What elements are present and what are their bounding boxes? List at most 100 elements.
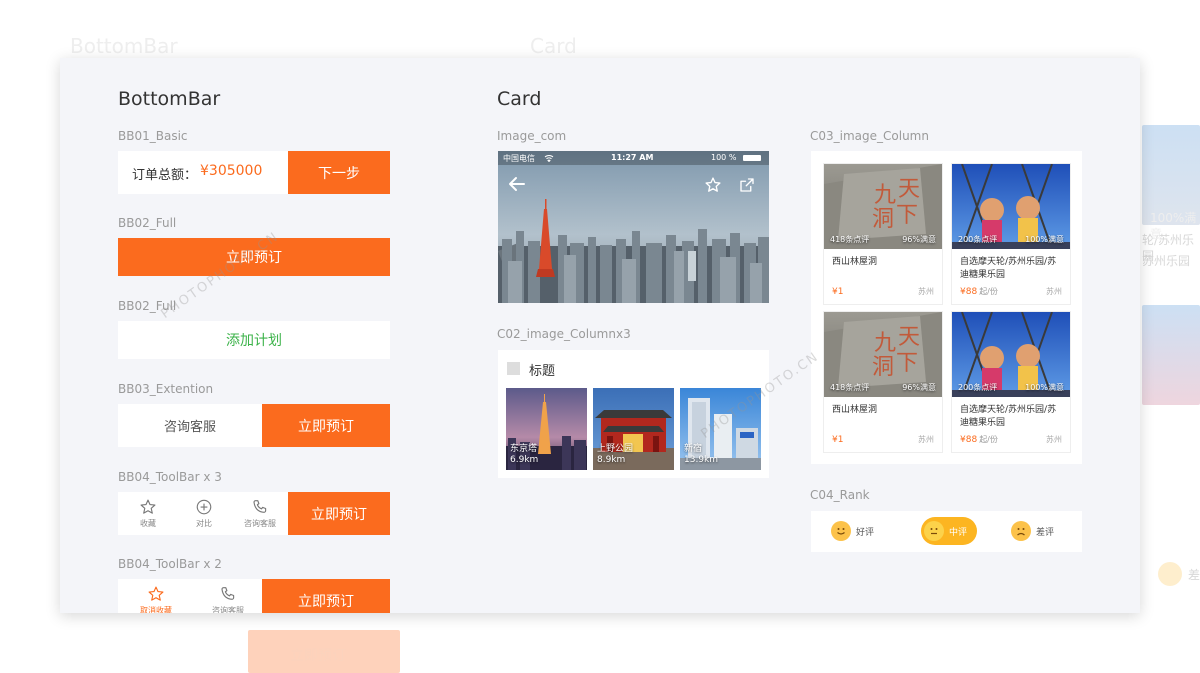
column-item[interactable]: 新宿 13.9km [680, 388, 761, 470]
bb01-bar: 订单总额： ¥305000 下一步 [118, 151, 390, 194]
product-name: 自选摩天轮/苏州乐园/苏迪糖果乐园 [960, 405, 1057, 428]
satisfaction: 100%满意 [1025, 235, 1064, 244]
price: ¥1 [832, 435, 844, 445]
bb04-x3-bar: 收藏 对比 咨询客服 立即预订 [118, 492, 390, 535]
add-plan-button[interactable]: 添加计划 [118, 321, 390, 359]
ghost-caption: 100%满意 [1150, 211, 1197, 241]
product-cell[interactable]: 九天 洞下 418条点评 96%满意 西山林屋洞 ¥1 苏州 [823, 311, 943, 453]
reviews-count: 418条点评 [830, 383, 870, 392]
rank-bad-label: 差评 [1036, 527, 1055, 538]
ghost-caption: 苏州乐园 [1142, 254, 1191, 268]
reviews-count: 418条点评 [830, 235, 870, 244]
star-icon [147, 585, 165, 603]
phone-icon [251, 498, 269, 516]
favorite-tool[interactable]: 收藏 [120, 492, 176, 534]
card-section-title: Card [497, 88, 542, 110]
c03-card: 九天 洞下 418条点评 96%满意 西山林屋洞 ¥1 苏州 200条点评 100%… [811, 151, 1082, 464]
ghost-bottombar-title: BottomBar [70, 34, 178, 58]
rank-medium-selected[interactable]: 中评 [921, 517, 978, 545]
price: ¥88 [960, 435, 978, 445]
status-time: 11:27 AM [611, 153, 654, 162]
unfavorite-tool[interactable]: 取消收藏 [126, 579, 186, 613]
column-item-name: 东京塔 [510, 444, 538, 454]
svg-text:天: 天 [898, 325, 920, 350]
ghost-card-title: Card [530, 34, 577, 58]
rank-bad[interactable]: 差评 [1011, 517, 1054, 545]
status-carrier: 中国电信 [503, 154, 535, 163]
svg-text:洞: 洞 [872, 355, 894, 380]
bottombar-section-title: BottomBar [118, 88, 221, 110]
book-now-full-button[interactable]: 立即预订 [118, 238, 390, 276]
column-item-distance: 13.9km [684, 455, 719, 465]
image-com-card: 中国电信 11:27 AM 100 % [498, 151, 769, 303]
column-item-name: 上野公园 [597, 444, 634, 454]
price-unit: 起/份 [979, 287, 998, 296]
battery-icon [743, 155, 761, 161]
ghost-caption: 差 [1188, 568, 1200, 582]
rank-good-label: 好评 [856, 527, 875, 538]
rank-bar: 好评 中评 差评 [811, 511, 1082, 552]
book-now-button[interactable]: 立即预订 [262, 579, 390, 613]
product-name: 西山林屋洞 [832, 257, 878, 267]
bb02-plan-label: BB02_Full [118, 299, 177, 313]
satisfaction: 96%满意 [902, 235, 936, 244]
next-step-button[interactable]: 下一步 [288, 151, 390, 194]
smile-face-icon [831, 521, 851, 541]
c02-header: 标题 [529, 364, 556, 379]
bb03-bar: 咨询客服 立即预订 [118, 404, 390, 447]
bb04-x3-label: BB04_ToolBar x 3 [118, 470, 222, 484]
svg-text:天: 天 [898, 177, 920, 202]
svg-text:九: 九 [874, 183, 896, 208]
city: 苏州 [918, 435, 934, 444]
header-square-icon [507, 362, 520, 375]
city-photo [498, 151, 769, 303]
rank-medium-label: 中评 [949, 527, 968, 538]
star-icon [139, 498, 157, 516]
consult-tool[interactable]: 咨询客服 [232, 492, 288, 534]
image-com-label: Image_com [497, 129, 567, 143]
svg-text:洞: 洞 [872, 207, 894, 232]
reviews-count: 200条点评 [958, 235, 998, 244]
product-cell[interactable]: 200条点评 100%满意 自选摩天轮/苏州乐园/苏迪糖果乐园 ¥88 起/份 苏州 [951, 163, 1071, 305]
ghost-face-icon [1158, 562, 1182, 586]
column-item-distance: 6.9km [510, 455, 539, 465]
svg-text:下: 下 [896, 351, 918, 376]
reviews-count: 200条点评 [958, 383, 998, 392]
rank-good[interactable]: 好评 [831, 517, 874, 545]
bb03-label: BB03_Extention [118, 382, 214, 396]
bb04-x2-label: BB04_ToolBar x 2 [118, 557, 222, 571]
star-icon[interactable] [704, 176, 722, 194]
column-item-name: 新宿 [684, 444, 703, 454]
product-name: 自选摩天轮/苏州乐园/苏迪糖果乐园 [960, 257, 1057, 280]
book-now-button[interactable]: 立即预订 [262, 404, 390, 447]
ghost-thumbnail [1142, 305, 1200, 405]
product-cell[interactable]: 200条点评 100%满意 自选摩天轮/苏州乐园/苏迪糖果乐园 ¥88 起/份 苏州 [951, 311, 1071, 453]
compare-tool[interactable]: 对比 [176, 492, 232, 534]
order-total-value: ¥305000 [200, 163, 263, 179]
consult-label: 咨询客服 [212, 605, 244, 614]
svg-text:九: 九 [874, 331, 896, 356]
phone-icon [219, 585, 237, 603]
price: ¥88 [960, 287, 978, 297]
city: 苏州 [918, 287, 934, 296]
column-item[interactable]: 上野公园 8.9km [593, 388, 674, 470]
book-now-button[interactable]: 立即预订 [288, 492, 390, 535]
unfavorite-label: 取消收藏 [140, 605, 172, 614]
satisfaction: 96%满意 [902, 383, 936, 392]
c03-label: C03_image_Column [810, 129, 929, 143]
svg-text:下: 下 [896, 203, 918, 228]
wifi-icon [544, 154, 554, 162]
product-cell[interactable]: 九天 洞下 418条点评 96%满意 西山林屋洞 ¥1 苏州 [823, 163, 943, 305]
column-item[interactable]: 东京塔 6.9km [506, 388, 587, 470]
back-arrow-icon[interactable] [508, 176, 526, 192]
consult-tool[interactable]: 咨询客服 [198, 579, 258, 613]
bb04-x2-bar: 取消收藏 咨询客服 立即预订 [118, 579, 390, 613]
bb01-label: BB01_Basic [118, 129, 188, 143]
compare-label: 对比 [196, 518, 212, 528]
consult-service-button[interactable]: 咨询客服 [118, 404, 262, 447]
c02-card: 标题 东京塔 6.9km 上野公园 8.9km 新宿 13.9km [498, 350, 769, 478]
ghost-caption: 立即预订 [290, 648, 346, 664]
share-icon[interactable] [738, 176, 756, 194]
order-total-label: 订单总额： [132, 168, 198, 183]
price: ¥1 [832, 287, 844, 297]
